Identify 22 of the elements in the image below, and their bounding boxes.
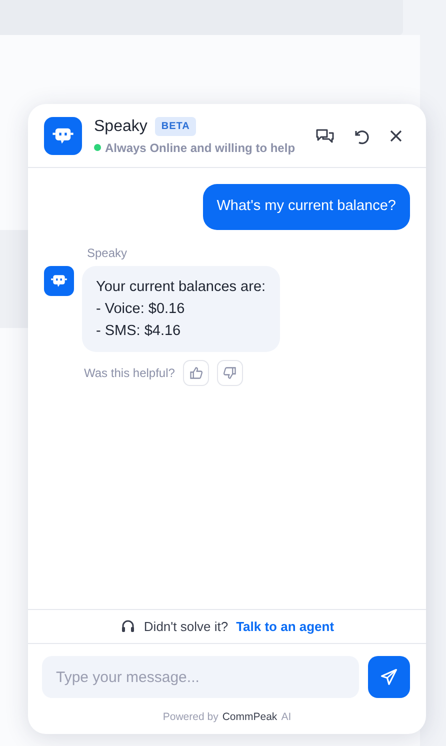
thumbs-down-button[interactable] — [216, 360, 243, 386]
headset-icon — [120, 618, 136, 635]
user-message: What's my current balance? — [202, 184, 410, 230]
send-button[interactable] — [368, 656, 410, 698]
bot-message: Your current balances are: - Voice: $0.16 - SMS: $4.16 — [82, 266, 280, 352]
feedback-label: Was this helpful? — [84, 364, 175, 382]
send-icon — [380, 668, 398, 686]
powered-by-text: Powered by — [162, 710, 218, 726]
thumbs-down-icon — [222, 366, 237, 380]
brand-suffix: AI — [281, 710, 292, 726]
message-input[interactable]: Type your message... — [42, 656, 359, 698]
agent-prompt-text: Didn't solve it? — [144, 618, 228, 636]
bot-logo-icon — [44, 116, 82, 154]
beta-badge: BETA — [155, 117, 196, 136]
talk-to-agent-link[interactable]: Talk to an agent — [236, 617, 334, 636]
sender-name: Speaky — [87, 244, 128, 262]
bot-avatar-icon — [44, 266, 74, 296]
chat-title: Speaky — [94, 116, 148, 136]
thumbs-up-button[interactable] — [182, 360, 209, 386]
brand-name: CommPeak — [222, 710, 278, 726]
status-text: Always Online and willing to help — [105, 140, 296, 156]
thumbs-up-icon — [188, 366, 203, 380]
